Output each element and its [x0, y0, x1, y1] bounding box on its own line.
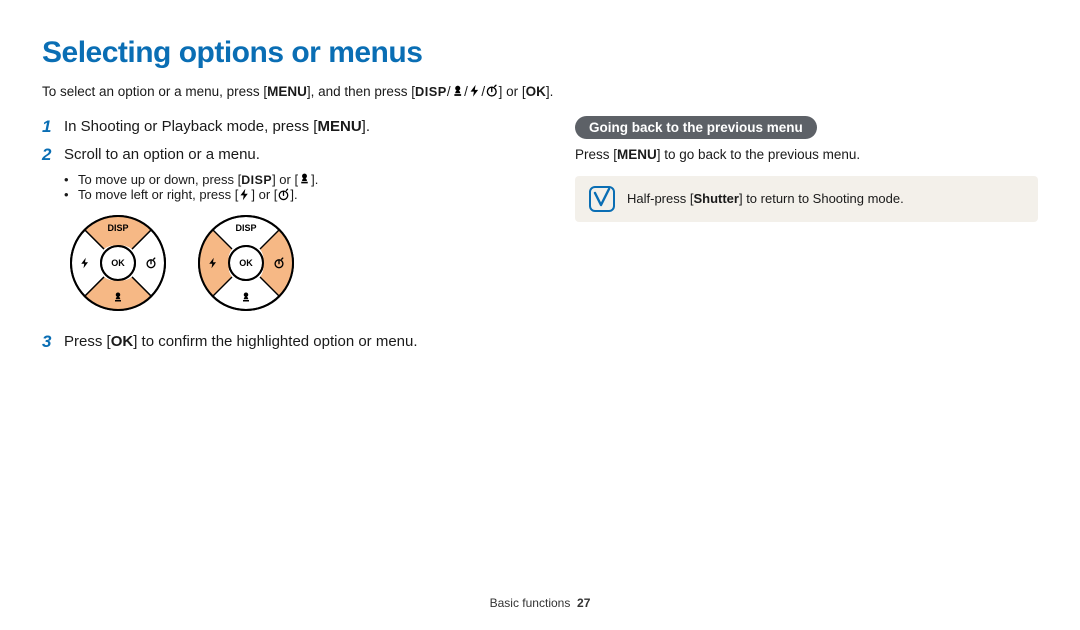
page-title: Selecting options or menus: [42, 36, 1038, 70]
gb-post: ] to go back to the previous menu.: [657, 147, 860, 162]
sub2-mid: ] or [: [251, 187, 277, 202]
sub1-mid: ] or [: [272, 172, 298, 187]
note-box: Half-press [Shutter] to return to Shooti…: [575, 176, 1038, 222]
step-1-text: In Shooting or Playback mode, press [MEN…: [64, 116, 370, 137]
right-column: Going back to the previous menu Press [M…: [575, 116, 1038, 359]
footer: Basic functions 27: [0, 596, 1080, 610]
disp-label: DISP: [107, 223, 128, 233]
section-pill: Going back to the previous menu: [575, 116, 817, 139]
intro-pre: To select an option or a menu, press [: [42, 84, 267, 99]
go-back-line: Press [MENU] to go back to the previous …: [575, 147, 1038, 162]
s3-post: ] to confirm the highlighted option or m…: [133, 333, 417, 350]
sub-item: To move up or down, press [DISP] or [].: [64, 172, 505, 188]
note-post: ] to return to Shooting mode.: [739, 191, 904, 206]
gb-pre: Press [: [575, 147, 617, 162]
s1-pre: In Shooting or Playback mode, press [: [64, 118, 317, 135]
dial-vertical: DISP OK: [68, 213, 168, 313]
ok-label: OK: [111, 258, 125, 268]
flash-icon: [238, 188, 251, 203]
ok-token: OK: [111, 334, 134, 349]
sub1-end: ].: [311, 172, 318, 187]
macro-icon: [451, 84, 465, 100]
page-number: 27: [577, 596, 590, 610]
step-number: 3: [42, 331, 64, 353]
left-column: 1 In Shooting or Playback mode, press [M…: [42, 116, 505, 359]
step-number: 2: [42, 144, 64, 166]
sub2-end: ].: [290, 187, 297, 202]
disp-label: DISP: [235, 223, 256, 233]
sub1-pre: To move up or down, press [: [78, 172, 241, 187]
footer-section: Basic functions: [490, 596, 571, 610]
disp-token: DISP: [241, 174, 272, 186]
intro-text: To select an option or a menu, press [ME…: [42, 84, 1038, 100]
menu-token: MENU: [317, 119, 361, 134]
s1-post: ].: [362, 118, 370, 135]
ok-label: OK: [239, 258, 253, 268]
step-3-text: Press [OK] to confirm the highlighted op…: [64, 331, 418, 352]
intro-end: ].: [546, 84, 554, 99]
note-text: Half-press [Shutter] to return to Shooti…: [627, 191, 904, 206]
menu-token: MENU: [617, 148, 657, 162]
sub2-pre: To move left or right, press [: [78, 187, 238, 202]
s3-pre: Press [: [64, 333, 111, 350]
note-icon: [589, 186, 615, 212]
shutter-bold: Shutter: [693, 191, 739, 206]
intro-mid: ], and then press [: [307, 84, 415, 99]
dial-diagram-row: DISP OK: [68, 213, 505, 313]
note-pre: Half-press [: [627, 191, 693, 206]
step-2-text: Scroll to an option or a menu.: [64, 144, 260, 165]
dial-horizontal: DISP OK: [196, 213, 296, 313]
macro-icon: [298, 172, 311, 187]
menu-token: MENU: [267, 85, 307, 99]
timer-icon: [277, 188, 290, 203]
flash-icon: [468, 84, 482, 100]
step-number: 1: [42, 116, 64, 138]
sub-item: To move left or right, press [ ] or [].: [64, 187, 505, 203]
ok-token: OK: [526, 85, 546, 99]
disp-token: DISP: [415, 86, 447, 99]
timer-icon: [485, 84, 499, 100]
intro-post: ] or [: [499, 84, 526, 99]
